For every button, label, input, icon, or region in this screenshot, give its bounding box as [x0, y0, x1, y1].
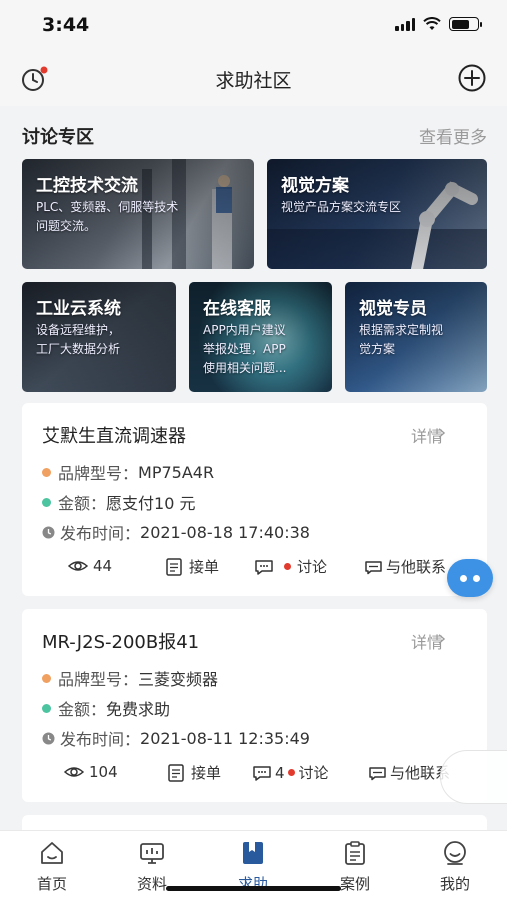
clock-icon: [42, 526, 55, 538]
tile-online-service[interactable]: 在线客服 APP内用户建议 举报处理，APP 使用相关问题...: [189, 282, 332, 392]
brand-label: 品牌型号：: [58, 464, 139, 483]
chevron-right-icon[interactable]: [437, 426, 447, 440]
time-value: 2021-08-18 17:40:38: [140, 522, 310, 542]
order-button[interactable]: 接单: [164, 556, 219, 577]
card-actions: 104 接单 4 讨论 与他联系: [42, 762, 477, 786]
tab-label: 首页: [36, 875, 67, 893]
time-label: 发布时间：: [60, 524, 141, 543]
brand-value: 三菱变频器: [138, 670, 219, 689]
assistive-touch-button[interactable]: [440, 750, 507, 804]
home-icon: [41, 842, 63, 864]
wifi-icon: [423, 17, 441, 30]
add-icon[interactable]: [457, 63, 487, 93]
comment-icon: [255, 559, 273, 575]
order-button[interactable]: 接单: [166, 762, 221, 783]
monitor-icon: [140, 843, 164, 864]
smile-icon: [444, 841, 466, 865]
time-label: 发布时间：: [60, 730, 141, 749]
tile-title: 工控技术交流: [36, 176, 138, 196]
card-title: 艾默生直流调速器: [42, 426, 186, 447]
card-title: MR-J2S-200B报41: [42, 632, 200, 653]
brand-row: 品牌型号： MP75A4R: [42, 460, 214, 484]
tile-vision-specialist[interactable]: 视觉专员 根据需求定制视 觉方案: [345, 282, 487, 392]
battery-icon: [449, 17, 482, 31]
message-icon: [365, 560, 382, 574]
section-title: 讨论专区: [22, 127, 94, 148]
unread-dot: [287, 769, 295, 776]
tile-title: 工业云系统: [36, 299, 121, 319]
tile-industrial-control[interactable]: 工控技术交流 PLC、变频器、伺服等技术 问题交流。: [22, 159, 254, 269]
amount-label: 金额：: [58, 494, 107, 513]
clock-icon: [42, 732, 55, 744]
tile-desc: 根据需求定制视 觉方案: [359, 323, 444, 356]
tile-vision-solution[interactable]: 视觉方案 视觉产品方案交流专区: [267, 159, 487, 269]
contact-button[interactable]: 与他联系: [368, 762, 450, 783]
tile-desc: 设备远程维护， 工厂大数据分析: [36, 323, 121, 356]
tab-label: 案例: [339, 875, 370, 893]
tile-title: 在线客服: [203, 299, 271, 319]
tab-label: 我的: [439, 875, 470, 893]
tile-desc: PLC、变频器、伺服等技术 问题交流。: [36, 200, 179, 233]
tile-title: 视觉专员: [359, 299, 427, 319]
help-request-card[interactable]: MR-J2S-200B报41 详情 品牌型号： 三菱变频器 金额： 免费求助 发…: [22, 609, 487, 802]
comment-icon: [253, 765, 271, 781]
discussion-section-header: 讨论专区 查看更多: [22, 121, 487, 149]
tile-desc: APP内用户建议 举报处理，APP 使用相关问题...: [203, 323, 287, 375]
bookmark-icon: [243, 842, 263, 864]
time-value: 2021-08-11 12:35:49: [140, 728, 310, 748]
tab-home[interactable]: 首页: [12, 839, 92, 894]
amount-value: 免费求助: [106, 700, 171, 719]
brand-dot: [42, 467, 51, 477]
amount-dot: [42, 703, 51, 713]
status-icons: [395, 17, 482, 31]
document-icon: [168, 763, 184, 782]
tile-industrial-cloud[interactable]: 工业云系统 设备远程维护， 工厂大数据分析: [22, 282, 176, 392]
unread-dot: [284, 563, 291, 570]
view-more-link[interactable]: 查看更多: [419, 123, 487, 148]
chat-bubble-icon[interactable]: [447, 559, 493, 597]
status-time: 3:44: [42, 14, 90, 36]
amount-value: 愿支付10 元: [106, 494, 196, 513]
tab-label: 资料: [136, 875, 167, 893]
status-bar: 3:44: [0, 0, 507, 50]
tile-title: 视觉方案: [281, 176, 349, 196]
brand-row: 品牌型号： 三菱变频器: [42, 666, 218, 690]
message-icon: [369, 766, 386, 780]
discuss-button[interactable]: 4 讨论: [252, 762, 329, 783]
eye-icon: [64, 767, 84, 777]
brand-label: 品牌型号：: [58, 670, 139, 689]
card-actions: 44 接单 讨论 与他联系: [42, 556, 477, 580]
chevron-right-icon[interactable]: [437, 632, 447, 646]
brand-value: MP75A4R: [138, 462, 215, 482]
amount-row: 金额： 愿支付10 元: [42, 490, 195, 514]
nav-bar: 求助社区: [0, 50, 507, 106]
signal-icon: [395, 17, 415, 31]
time-row: 发布时间： 2021-08-11 12:35:49: [42, 726, 310, 750]
views-count: 44: [68, 556, 112, 576]
clipboard-icon: [345, 841, 365, 865]
help-request-card[interactable]: 艾默生直流调速器 详情 品牌型号： MP75A4R 金额： 愿支付10 元 发布…: [22, 403, 487, 596]
amount-dot: [42, 497, 51, 507]
views-count: 104: [64, 762, 118, 782]
tile-desc: 视觉产品方案交流专区: [281, 200, 402, 214]
amount-row: 金额： 免费求助: [42, 696, 170, 720]
brand-dot: [42, 673, 51, 683]
eye-icon: [68, 561, 88, 571]
discuss-button[interactable]: 讨论: [254, 556, 327, 577]
time-row: 发布时间： 2021-08-18 17:40:38: [42, 520, 310, 544]
document-icon: [166, 557, 182, 576]
page-title: 求助社区: [215, 70, 292, 92]
contact-button[interactable]: 与他联系: [364, 556, 446, 577]
home-indicator: [166, 886, 341, 891]
tab-mine[interactable]: 我的: [415, 839, 495, 894]
amount-label: 金额：: [58, 700, 107, 719]
